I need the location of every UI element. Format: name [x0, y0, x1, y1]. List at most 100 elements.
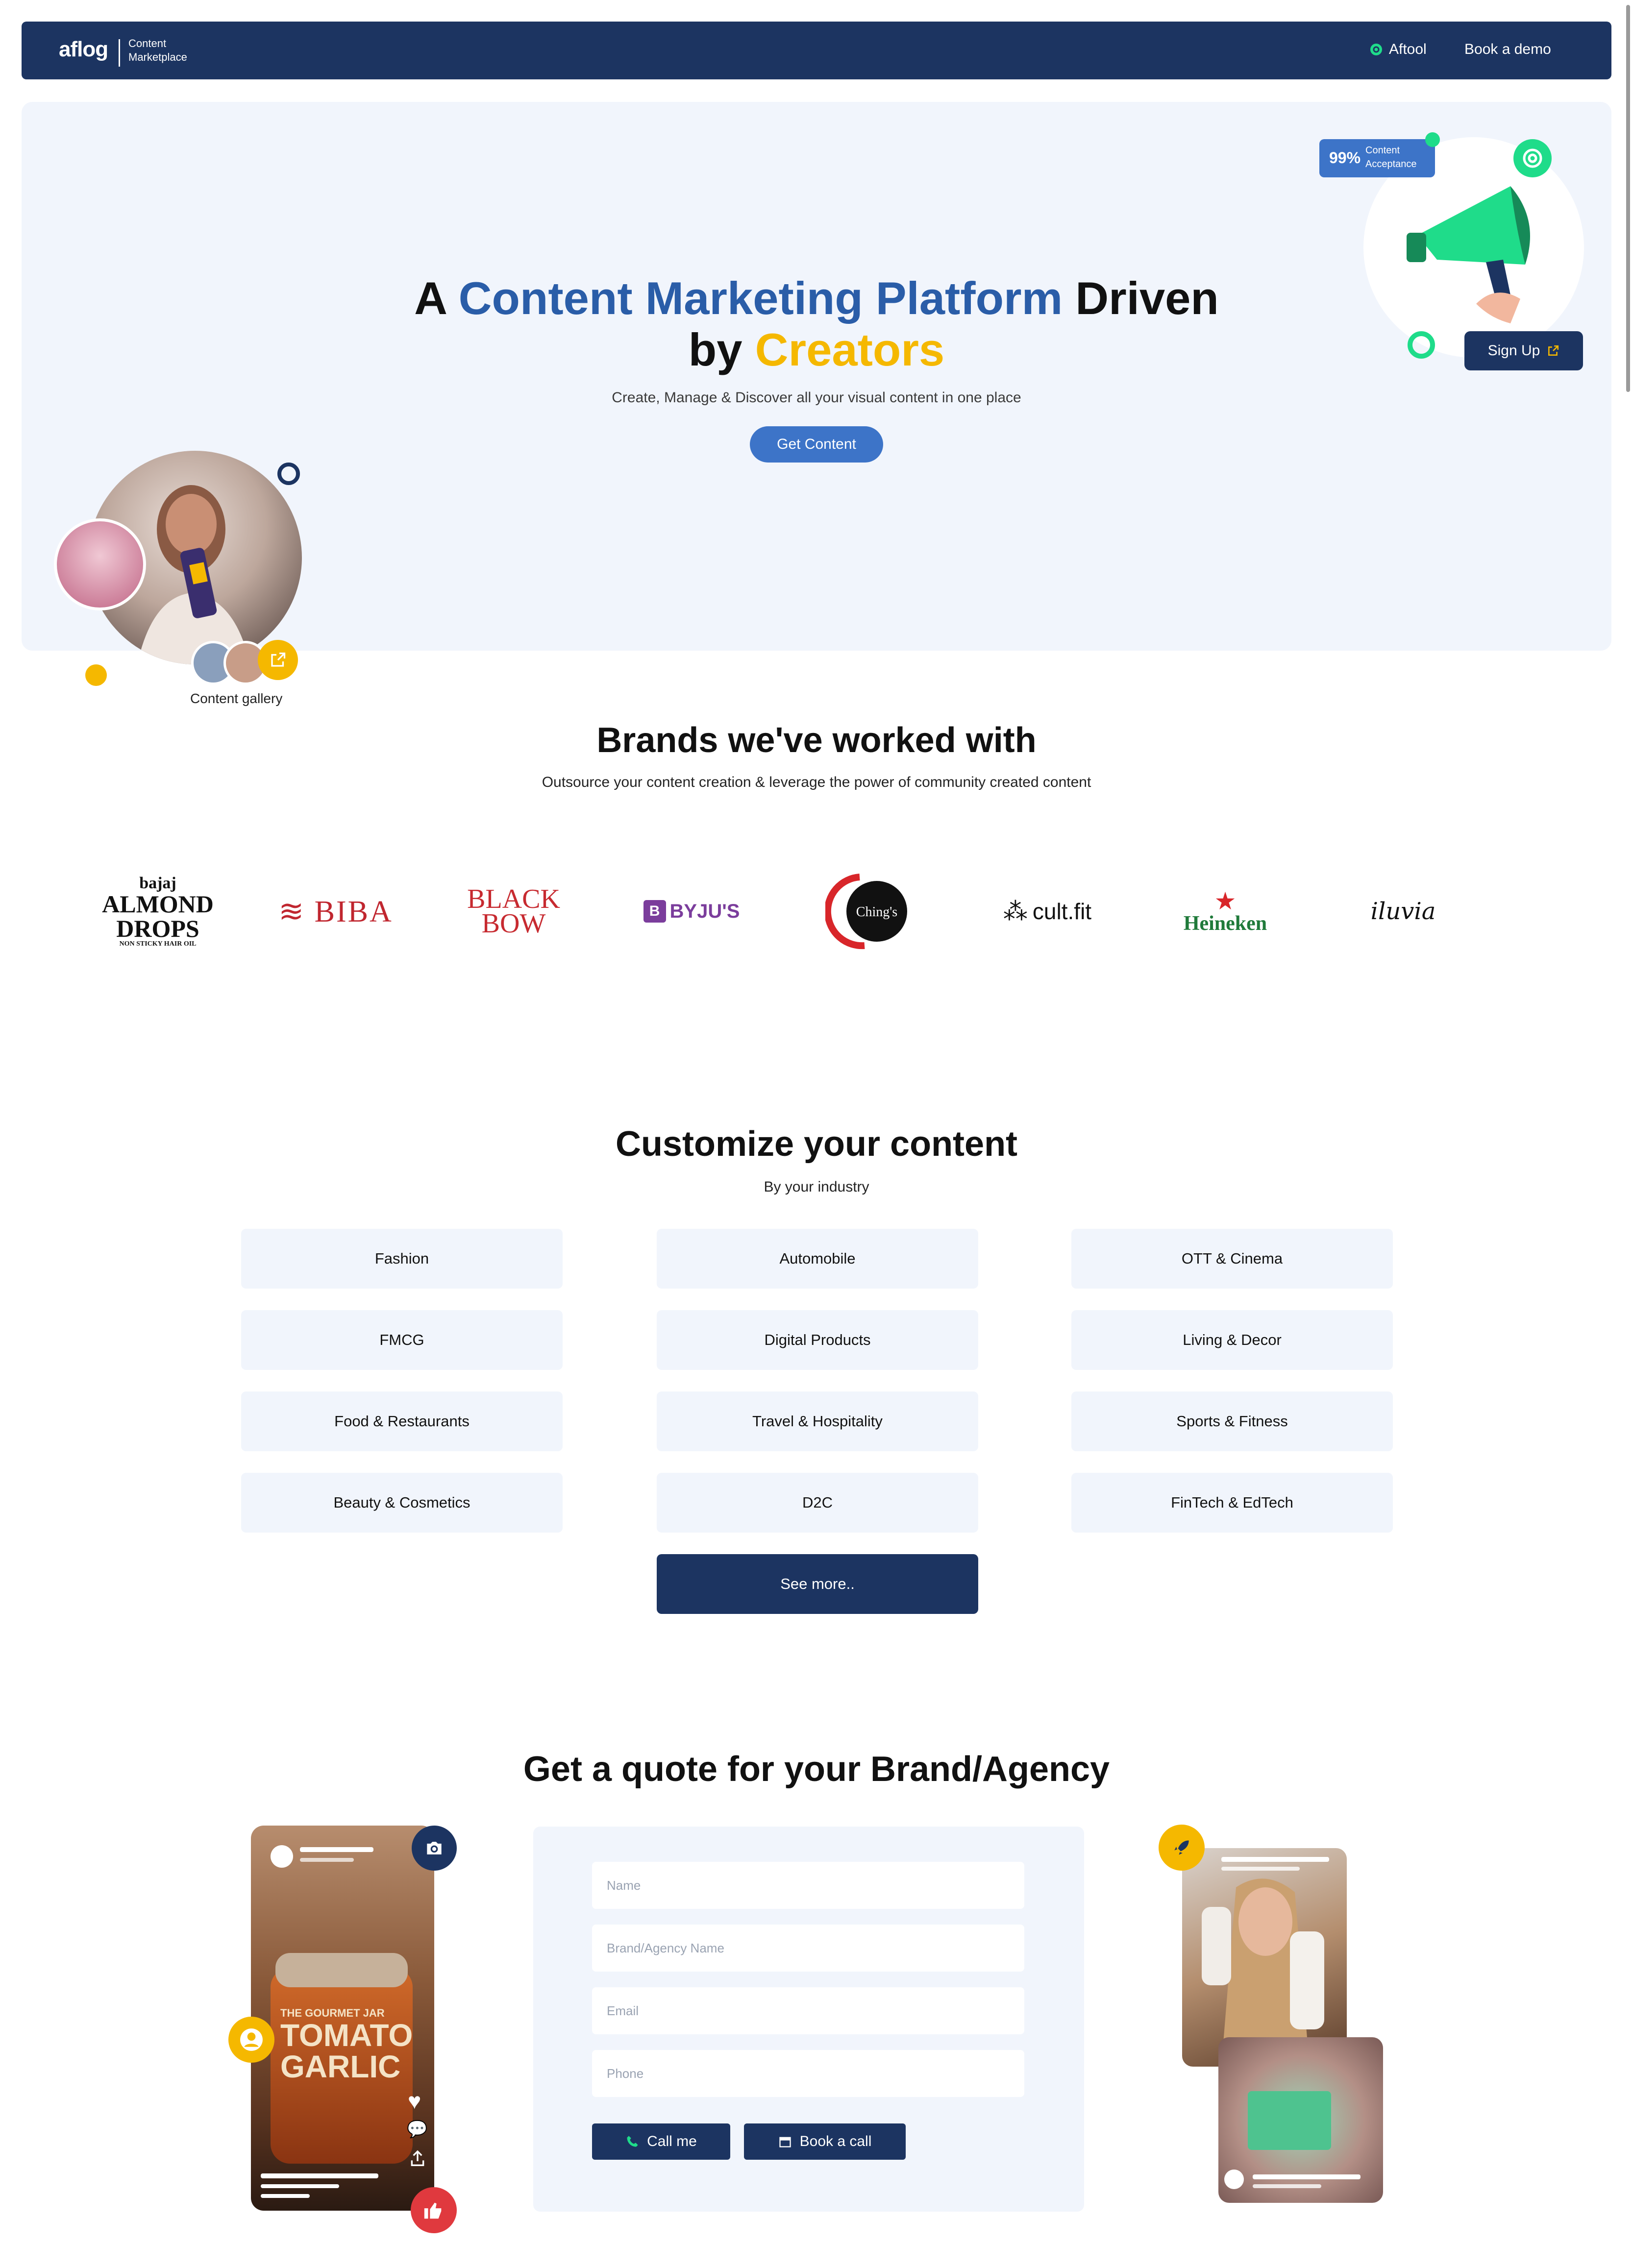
card-avatar-placeholder	[1224, 2170, 1244, 2189]
content-gallery-label[interactable]: Content gallery	[190, 691, 282, 707]
hero-title-highlight: Content Marketing Platform	[458, 272, 1063, 324]
page-scrollbar[interactable]	[1626, 5, 1630, 392]
industry-card-fintech-edtech[interactable]: FinTech & EdTech	[1071, 1473, 1393, 1533]
brand-logo-blackbow-text: BLACK BOW	[467, 883, 560, 939]
card-text-placeholder	[1253, 2184, 1321, 2188]
acceptance-percent: 99%	[1329, 149, 1361, 167]
sign-up-label: Sign Up	[1487, 342, 1540, 359]
acceptance-label-line1: Content	[1365, 145, 1400, 156]
industry-card-living-decor[interactable]: Living & Decor	[1071, 1310, 1393, 1370]
calendar-icon	[779, 2137, 791, 2147]
aftool-icon	[1370, 44, 1382, 55]
industry-card-fashion[interactable]: Fashion	[241, 1229, 563, 1289]
sign-up-button[interactable]: Sign Up	[1464, 331, 1583, 370]
brand-logo-chings: Ching's	[806, 867, 933, 955]
logo-divider	[119, 39, 120, 67]
hero-title-a: A	[414, 272, 459, 324]
book-call-button[interactable]: Book a call	[744, 2123, 906, 2160]
logo-subtitle-line2: Marketplace	[128, 51, 187, 63]
brand-logo-byjus-mark: B BYJU'S	[643, 900, 740, 923]
heart-icon: ♥	[408, 2088, 421, 2114]
brands-subtitle: Outsource your content creation & levera…	[542, 774, 1091, 790]
brand-logo-heineken-mark: ★ Heineken	[1183, 887, 1267, 935]
industry-card-sports-fitness[interactable]: Sports & Fitness	[1071, 1391, 1393, 1451]
call-me-button[interactable]: Call me	[592, 2123, 730, 2160]
nav-aftool-label: Aftool	[1389, 41, 1427, 57]
decor-ring-navy	[277, 463, 300, 485]
industry-card-digital-products[interactable]: Digital Products	[657, 1310, 978, 1370]
decor-ring-green	[1408, 331, 1435, 359]
industry-card-beauty-cosmetics[interactable]: Beauty & Cosmetics	[241, 1473, 563, 1533]
phone-icon	[627, 2136, 638, 2147]
brand-agency-name-input[interactable]	[592, 1925, 1024, 1972]
user-icon	[228, 2017, 274, 2063]
see-more-button[interactable]: See more..	[657, 1554, 978, 1614]
email-input[interactable]	[592, 1987, 1024, 2034]
card-avatar-placeholder	[271, 1845, 293, 1868]
jar-label: THE GOURMET JAR TOMATO GARLIC	[280, 2007, 413, 2084]
industry-card-d2c[interactable]: D2C	[657, 1473, 978, 1533]
nav-aftool-link[interactable]: Aftool	[1369, 41, 1427, 58]
comment-icon: 💬	[407, 2120, 428, 2139]
content-acceptance-badge: 99% Content Acceptance	[1319, 139, 1435, 177]
jar-label-line3: GARLIC	[280, 2049, 401, 2084]
svg-text:Ching's: Ching's	[856, 904, 897, 920]
name-input[interactable]	[592, 1862, 1024, 1909]
decor-dot-yellow	[85, 664, 107, 686]
aflog-mark-icon	[1523, 148, 1542, 168]
brand-logo-cultfit-mark: ⁂ cult.fit	[1003, 898, 1092, 925]
industry-card-ott-cinema[interactable]: OTT & Cinema	[1071, 1229, 1393, 1289]
book-call-label: Book a call	[799, 2133, 872, 2149]
card-text-placeholder	[300, 1847, 373, 1852]
creator-small-avatar	[54, 518, 146, 610]
hero-title-creators: Creators	[755, 324, 945, 375]
card-text-placeholder	[1221, 1867, 1300, 1871]
aflog-green-icon	[1513, 139, 1552, 177]
brand-logo-biba-text: ≋ BIBA	[278, 895, 393, 928]
phone-input[interactable]	[592, 2050, 1024, 2097]
brand-logo-chings-mark: Ching's	[825, 874, 907, 950]
card-caption-placeholder	[261, 2173, 378, 2178]
external-link-glyph	[271, 652, 286, 667]
brands-title: Brands we've worked with	[596, 721, 1037, 760]
beauty-content-card	[1182, 1848, 1347, 2067]
call-me-label: Call me	[647, 2133, 697, 2149]
product-box-image	[1248, 2091, 1331, 2150]
brand-logo-bajaj: bajaj ALMOND DROPS NON STICKY HAIR OIL	[94, 867, 222, 955]
industry-card-automobile[interactable]: Automobile	[657, 1229, 978, 1289]
rocket-icon	[1159, 1825, 1205, 1871]
brand-logo-byjus: B BYJU'S	[628, 867, 755, 955]
jar-lid	[275, 1953, 408, 1987]
external-link-icon	[1548, 345, 1559, 356]
card-caption-placeholder	[261, 2184, 339, 2188]
card-caption-placeholder	[261, 2194, 310, 2198]
decor-dot-green	[1425, 132, 1440, 147]
brand-logo-biba: ≋ BIBA	[272, 867, 399, 955]
industry-card-food-restaurants[interactable]: Food & Restaurants	[241, 1391, 563, 1451]
brand-logo-cultfit: ⁂ cult.fit	[984, 867, 1111, 955]
brand-logo-iluvia-text: iluvia	[1370, 898, 1436, 925]
card-text-placeholder	[1221, 1857, 1329, 1862]
external-link-icon[interactable]	[258, 640, 298, 680]
nav-book-demo-link[interactable]: Book a demo	[1464, 41, 1551, 58]
jar-label-line2: TOMATO	[280, 2018, 413, 2053]
acceptance-label-line2: Acceptance	[1365, 159, 1417, 170]
industry-card-fmcg[interactable]: FMCG	[241, 1310, 563, 1370]
skincare-content-card	[1218, 2037, 1383, 2203]
thumbs-up-icon	[411, 2187, 457, 2233]
get-content-button[interactable]: Get Content	[750, 426, 883, 463]
hero-title-by: by	[688, 324, 755, 375]
hero-subtitle: Create, Manage & Discover all your visua…	[612, 390, 1021, 406]
camera-icon	[412, 1826, 457, 1871]
share-icon	[408, 2149, 427, 2171]
food-content-card: THE GOURMET JAR TOMATO GARLIC ♥ 💬	[251, 1826, 434, 2211]
brand-logo-heineken: ★ Heineken	[1162, 867, 1289, 955]
aflog-logo[interactable]: aflog	[59, 37, 108, 62]
brand-logo-blackbow: BLACK BOW	[450, 867, 577, 955]
quote-title: Get a quote for your Brand/Agency	[523, 1750, 1110, 1789]
brand-logo-bajaj-text: bajaj ALMOND DROPS NON STICKY HAIR OIL	[102, 874, 214, 948]
hero-title-driven: Driven	[1063, 272, 1219, 324]
industry-card-travel-hospitality[interactable]: Travel & Hospitality	[657, 1391, 978, 1451]
woman-with-product-illustration	[1202, 1878, 1324, 2067]
brand-logo-iluvia: iluvia	[1339, 867, 1467, 955]
